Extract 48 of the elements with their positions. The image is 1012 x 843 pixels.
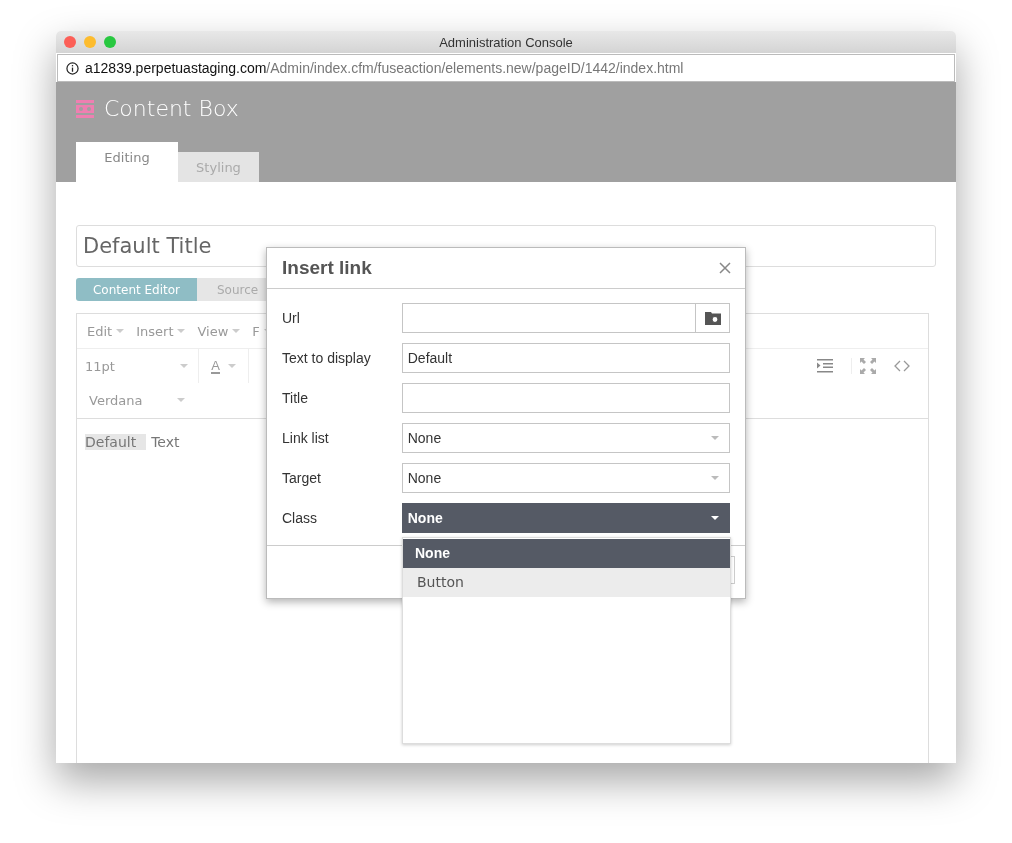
font-color-button[interactable]: A bbox=[199, 349, 249, 383]
minimize-window-icon[interactable] bbox=[84, 36, 96, 48]
caret-icon bbox=[177, 398, 185, 402]
dropdown-option[interactable]: Button bbox=[403, 568, 730, 597]
caret-icon bbox=[711, 436, 719, 440]
field-label: Title bbox=[282, 390, 309, 406]
select-field[interactable]: None bbox=[401, 423, 730, 453]
url-field[interactable] bbox=[401, 303, 730, 333]
font-size-select[interactable]: 11pt bbox=[77, 349, 199, 383]
zoom-window-icon[interactable] bbox=[104, 36, 116, 48]
close-icon[interactable] bbox=[719, 262, 731, 274]
caret-icon bbox=[711, 476, 719, 480]
tab[interactable]: Editing bbox=[76, 142, 178, 182]
folder-search-icon bbox=[704, 311, 721, 325]
logo-icon bbox=[76, 99, 94, 118]
caret-icon bbox=[232, 329, 241, 333]
select-field[interactable]: None bbox=[401, 503, 730, 533]
info-icon[interactable] bbox=[66, 61, 79, 75]
text-field[interactable] bbox=[401, 383, 730, 413]
tab[interactable]: Styling bbox=[178, 152, 259, 182]
address-bar[interactable]: a12839.perpetuastaging.com/Admin/index.cfm/fuseaction/elements.new/pageID/1442/index.html bbox=[57, 54, 955, 82]
url-text: a12839.perpetuastaging.com/Admin/index.cfm/fuseaction/elements.new/pageID/1442/index.html bbox=[85, 60, 684, 76]
window-title: Administration Console bbox=[439, 34, 573, 50]
field-label: Link list bbox=[282, 430, 330, 446]
menu-item[interactable]: Insert bbox=[134, 323, 188, 339]
caret-icon bbox=[711, 516, 719, 520]
font-family-select[interactable]: Verdana bbox=[77, 383, 195, 417]
app-title: Content Box bbox=[104, 96, 239, 121]
text-field[interactable]: Default bbox=[401, 343, 730, 373]
close-window-icon[interactable] bbox=[64, 36, 76, 48]
caret-icon bbox=[177, 329, 186, 333]
dropdown-option[interactable]: None bbox=[403, 539, 730, 568]
code-icon[interactable] bbox=[894, 358, 910, 374]
field-label: Text to display bbox=[282, 350, 372, 366]
field-label: Class bbox=[282, 510, 318, 526]
field-label: Target bbox=[282, 470, 322, 486]
menu-item[interactable]: Edit bbox=[85, 323, 127, 339]
editor-tab[interactable]: Content Editor bbox=[76, 278, 197, 301]
caret-icon bbox=[180, 364, 188, 368]
field-label: Url bbox=[282, 310, 301, 326]
indent-icon[interactable] bbox=[817, 358, 833, 374]
fullscreen-icon[interactable] bbox=[851, 358, 876, 374]
content-word: Default bbox=[85, 434, 147, 450]
content-word: Text bbox=[151, 434, 180, 450]
caret-icon bbox=[116, 329, 125, 333]
select-field[interactable]: None bbox=[401, 463, 730, 493]
caret-icon bbox=[227, 364, 236, 368]
menu-item[interactable]: View bbox=[195, 323, 243, 339]
